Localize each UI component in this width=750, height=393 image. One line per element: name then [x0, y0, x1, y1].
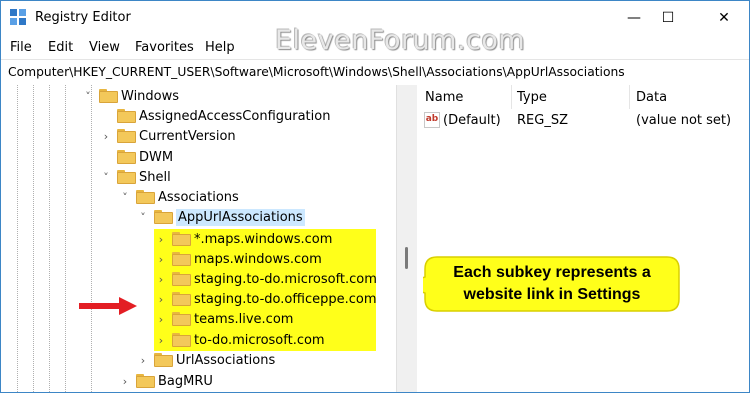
- tree-node-label: AssignedAccessConfiguration: [139, 108, 331, 124]
- value-name: (Default): [443, 113, 501, 128]
- tree-node-subkey[interactable]: › staging.to-do.officeppe.com: [154, 289, 377, 309]
- tree-node-label: Associations: [158, 189, 239, 205]
- registry-editor-app-icon: [10, 9, 26, 25]
- string-value-icon: ab: [424, 112, 440, 128]
- menu-view[interactable]: View: [89, 40, 120, 55]
- folder-icon: [172, 272, 191, 286]
- chevron-right-icon[interactable]: ›: [154, 312, 168, 326]
- callout-bubble: Each subkey represents a website link in…: [423, 255, 681, 313]
- address-bar[interactable]: Computer\HKEY_CURRENT_USER\Software\Micr…: [1, 59, 749, 86]
- tree-node-bagmru[interactable]: › BagMRU: [118, 371, 213, 391]
- chevron-down-icon[interactable]: ˅: [81, 89, 95, 103]
- column-header-data[interactable]: Data: [636, 90, 667, 105]
- column-divider[interactable]: [511, 85, 512, 109]
- tree-node-shell[interactable]: ˅ Shell: [99, 167, 171, 187]
- folder-icon: [136, 374, 155, 388]
- folder-icon: [172, 292, 191, 306]
- tree-node-label: staging.to-do.microsoft.com: [194, 271, 377, 287]
- scrollbar-thumb[interactable]: [405, 247, 408, 269]
- callout-line-2: website link in Settings: [463, 286, 641, 303]
- folder-icon: [154, 353, 173, 367]
- tree-node-label: maps.windows.com: [194, 251, 322, 267]
- folder-icon: [154, 210, 173, 224]
- column-divider[interactable]: [629, 85, 630, 109]
- tree-guide-line: [17, 85, 18, 392]
- folder-icon: [136, 190, 155, 204]
- callout-text: Each subkey represents a website link in…: [423, 262, 681, 306]
- folder-icon: [117, 129, 136, 143]
- folder-icon: [172, 333, 191, 347]
- chevron-placeholder: [99, 109, 113, 123]
- tree-node-label: to-do.microsoft.com: [194, 332, 325, 348]
- tree-node-label: *.maps.windows.com: [194, 231, 333, 247]
- tree-node-subkey[interactable]: › maps.windows.com: [154, 249, 322, 269]
- chevron-placeholder: [99, 150, 113, 164]
- tree-node-label: BagMRU: [158, 373, 213, 389]
- chevron-down-icon[interactable]: ˅: [118, 190, 132, 204]
- folder-icon: [172, 252, 191, 266]
- tree-guide-line: [33, 85, 34, 392]
- callout-line-1: Each subkey represents a: [453, 264, 651, 281]
- column-header-type[interactable]: Type: [517, 90, 547, 105]
- maximize-button[interactable]: ☐: [645, 1, 691, 35]
- tree-pane[interactable]: ˅ Windows AssignedAccessConfiguration › …: [1, 85, 396, 392]
- tree-node-currentversion[interactable]: › CurrentVersion: [99, 126, 236, 146]
- tree-node-label: CurrentVersion: [139, 128, 236, 144]
- chevron-down-icon[interactable]: ˅: [136, 210, 150, 224]
- watermark: ElevenForum.com: [275, 25, 526, 56]
- column-header-name[interactable]: Name: [425, 90, 463, 105]
- folder-icon: [172, 312, 191, 326]
- tree-node-label: Windows: [121, 88, 180, 104]
- folder-icon: [99, 89, 118, 103]
- chevron-right-icon[interactable]: ›: [99, 129, 113, 143]
- window-title: Registry Editor: [35, 10, 131, 25]
- chevron-right-icon[interactable]: ›: [118, 374, 132, 388]
- tree-guide-line: [49, 85, 50, 392]
- tree-node-appurlassociations[interactable]: ˅ AppUrlAssociations: [136, 207, 305, 227]
- tree-guide-line: [91, 85, 92, 392]
- tree-guide-line: [65, 85, 66, 392]
- tree-node-label: UrlAssociations: [176, 352, 276, 368]
- folder-icon: [117, 170, 136, 184]
- folder-icon: [172, 232, 191, 246]
- chevron-right-icon[interactable]: ›: [154, 272, 168, 286]
- chevron-right-icon[interactable]: ›: [154, 252, 168, 266]
- chevron-right-icon[interactable]: ›: [136, 353, 150, 367]
- tree-node-label: staging.to-do.officeppe.com: [194, 291, 377, 307]
- chevron-down-icon[interactable]: ˅: [99, 170, 113, 184]
- tree-node-label-selected: AppUrlAssociations: [176, 208, 305, 226]
- tree-node-subkey[interactable]: › to-do.microsoft.com: [154, 330, 325, 350]
- tree-node-assignedaccessconfiguration[interactable]: AssignedAccessConfiguration: [99, 106, 330, 126]
- tree-node-subkey[interactable]: › *.maps.windows.com: [154, 229, 333, 249]
- value-type: REG_SZ: [517, 113, 568, 128]
- red-arrow-icon: [79, 297, 137, 315]
- folder-icon: [117, 150, 136, 164]
- tree-node-label: teams.live.com: [194, 311, 294, 327]
- close-button[interactable]: ✕: [701, 1, 747, 35]
- tree-node-label: Shell: [139, 169, 171, 185]
- menu-edit[interactable]: Edit: [48, 40, 73, 55]
- values-list-pane[interactable]: Name Type Data ab (Default) REG_SZ (valu…: [417, 85, 749, 392]
- tree-node-label: DWM: [139, 149, 174, 165]
- tree-node-urlassociations[interactable]: › UrlAssociations: [136, 350, 275, 370]
- folder-icon: [117, 109, 136, 123]
- pane-splitter[interactable]: [396, 85, 418, 392]
- value-data: (value not set): [636, 113, 732, 128]
- registry-editor-window: Registry Editor — ☐ ✕ File Edit View Fav…: [0, 0, 750, 393]
- address-path[interactable]: Computer\HKEY_CURRENT_USER\Software\Micr…: [8, 65, 625, 79]
- chevron-right-icon[interactable]: ›: [154, 232, 168, 246]
- tree-node-associations[interactable]: ˅ Associations: [118, 187, 239, 207]
- menu-file[interactable]: File: [10, 40, 32, 55]
- tree-node-dwm[interactable]: DWM: [99, 147, 173, 167]
- menu-favorites[interactable]: Favorites: [135, 40, 194, 55]
- tree-node-subkey[interactable]: › teams.live.com: [154, 309, 294, 329]
- chevron-right-icon[interactable]: ›: [154, 333, 168, 347]
- menu-help[interactable]: Help: [205, 40, 235, 55]
- tree-node-windows[interactable]: ˅ Windows: [81, 86, 179, 106]
- tree-node-subkey[interactable]: › staging.to-do.microsoft.com: [154, 269, 377, 289]
- chevron-right-icon[interactable]: ›: [154, 292, 168, 306]
